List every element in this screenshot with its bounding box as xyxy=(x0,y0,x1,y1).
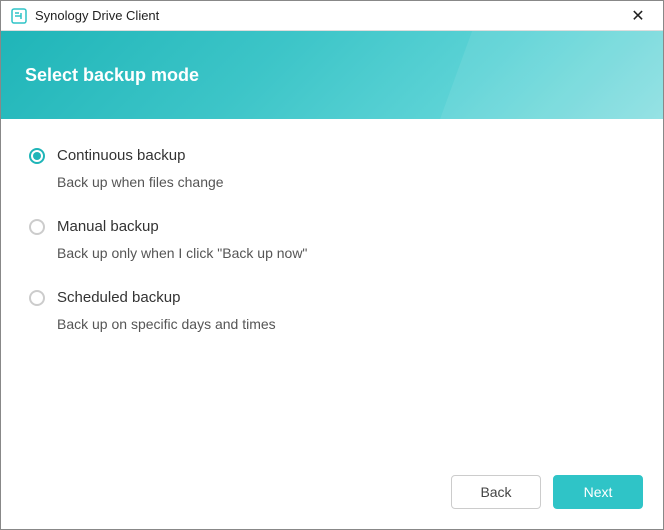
option-label: Continuous backup xyxy=(57,147,185,164)
app-title: Synology Drive Client xyxy=(35,8,623,23)
titlebar: Synology Drive Client ✕ xyxy=(1,1,663,31)
radio-icon xyxy=(29,219,45,235)
close-button[interactable]: ✕ xyxy=(623,2,653,30)
option-label: Scheduled backup xyxy=(57,289,180,306)
option-continuous: Continuous backup Back up when files cha… xyxy=(29,147,635,190)
content-area: Continuous backup Back up when files cha… xyxy=(1,119,663,459)
radio-continuous[interactable]: Continuous backup xyxy=(29,147,635,164)
footer: Back Next xyxy=(1,459,663,529)
radio-manual[interactable]: Manual backup xyxy=(29,218,635,235)
app-icon xyxy=(11,8,27,24)
radio-scheduled[interactable]: Scheduled backup xyxy=(29,289,635,306)
option-scheduled: Scheduled backup Back up on specific day… xyxy=(29,289,635,332)
next-button[interactable]: Next xyxy=(553,475,643,509)
radio-icon xyxy=(29,290,45,306)
option-description: Back up when files change xyxy=(57,174,635,190)
button-label: Back xyxy=(480,484,511,500)
option-label: Manual backup xyxy=(57,218,159,235)
close-icon: ✕ xyxy=(631,6,644,26)
option-description: Back up only when I click "Back up now" xyxy=(57,245,635,261)
back-button[interactable]: Back xyxy=(451,475,541,509)
page-title: Select backup mode xyxy=(25,65,199,86)
button-label: Next xyxy=(584,484,613,500)
header-banner: Select backup mode xyxy=(1,31,663,119)
radio-icon xyxy=(29,148,45,164)
option-description: Back up on specific days and times xyxy=(57,316,635,332)
option-manual: Manual backup Back up only when I click … xyxy=(29,218,635,261)
app-window: Synology Drive Client ✕ Select backup mo… xyxy=(0,0,664,530)
